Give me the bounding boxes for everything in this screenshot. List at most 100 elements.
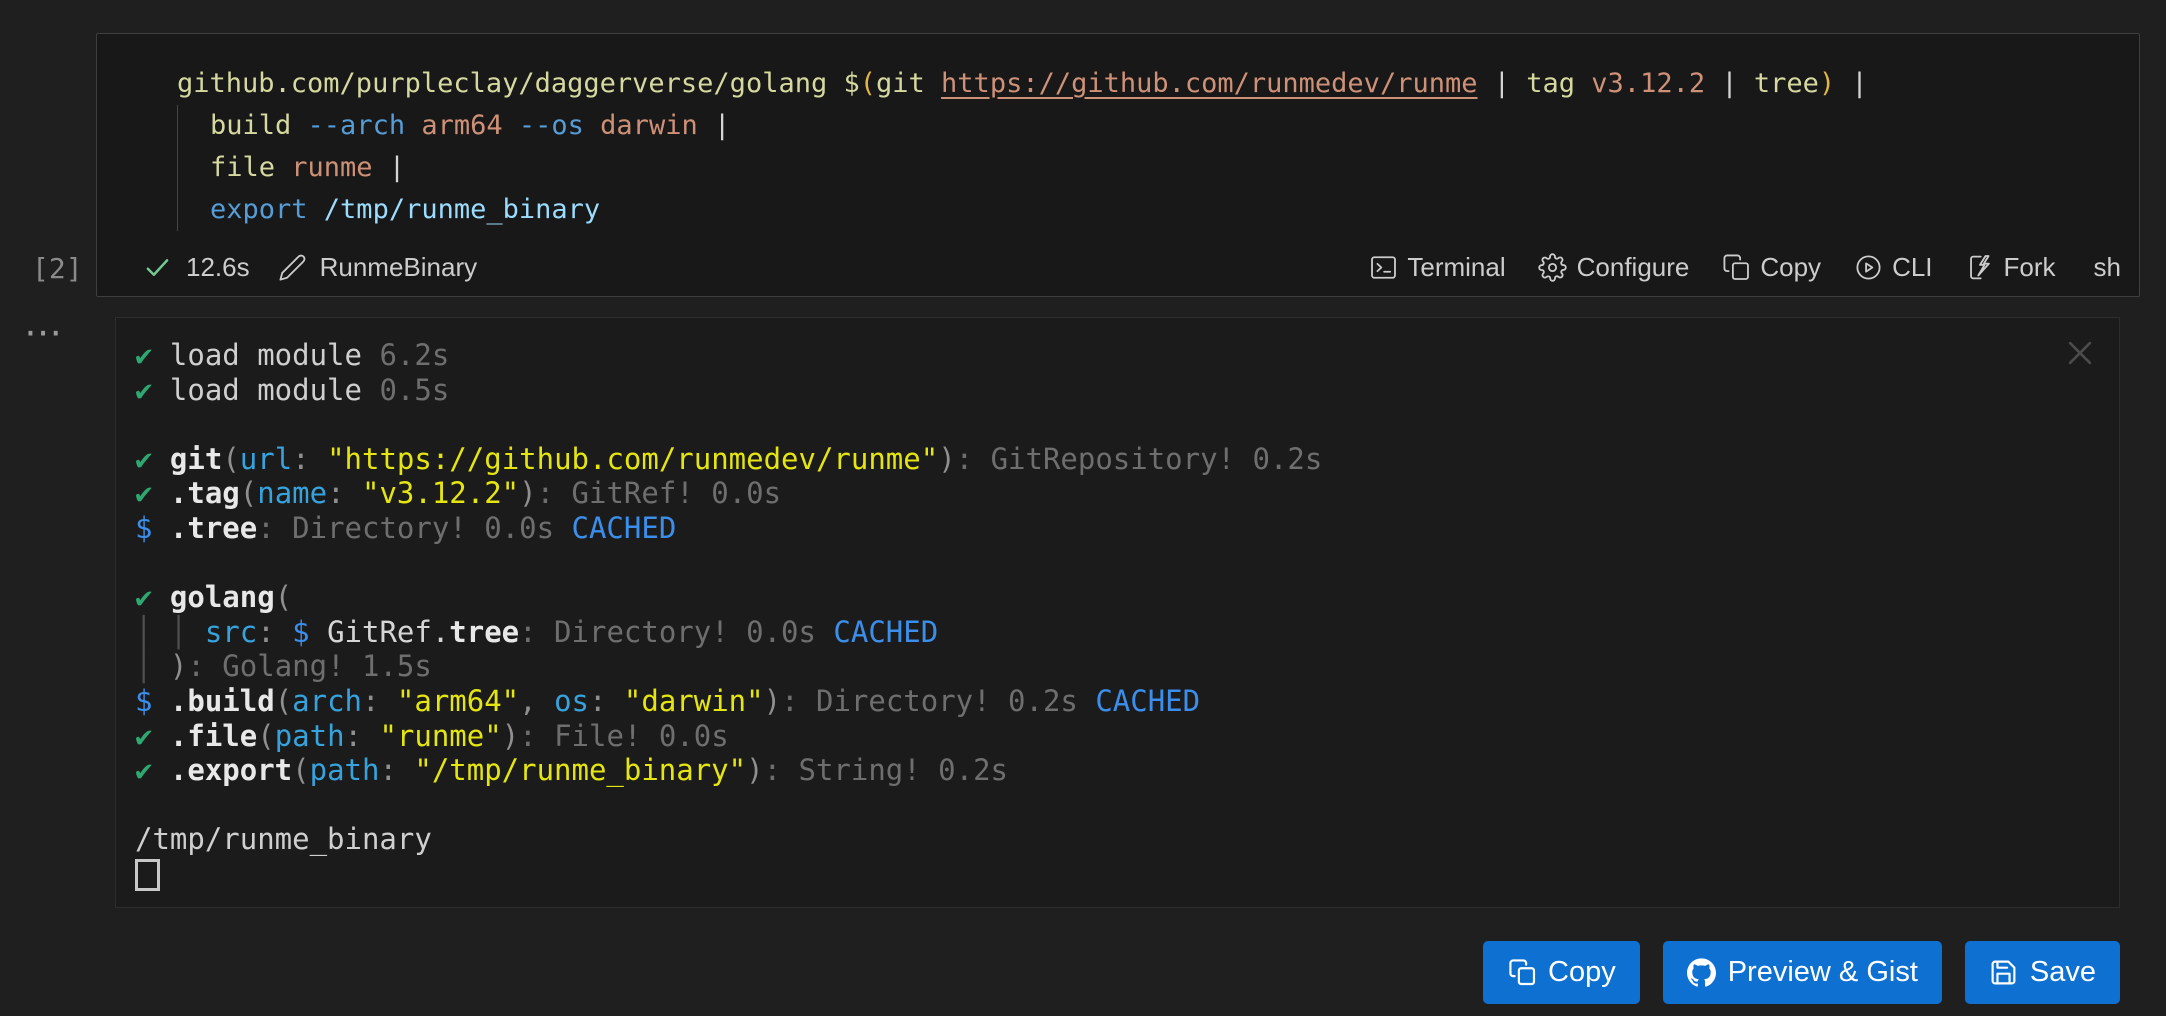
token-guide: │ [135, 649, 170, 683]
copy-button[interactable]: Copy [1721, 252, 1821, 283]
token-punc: : [292, 442, 327, 476]
token-punc: : [257, 615, 292, 649]
token-fn: git [170, 442, 222, 476]
button-label: Preview & Gist [1728, 956, 1918, 989]
token-txt: /tmp/runme_binary [135, 822, 432, 856]
code-continuation-block: build --arch arm64 --os darwin |file run… [177, 105, 2139, 231]
terminal-line: ✔ git(url: "https://github.com/runmedev/… [135, 442, 2049, 477]
token-key: src [205, 615, 257, 649]
button-label: Terminal [1407, 252, 1505, 283]
token-cmd: file [210, 152, 291, 183]
output-collapse-ellipsis[interactable]: ⋯ [24, 310, 62, 354]
token-cached: CACHED [833, 615, 938, 649]
token-cmd: github.com/purpleclay/daggerverse/golang [177, 68, 843, 99]
token-key: os [554, 684, 589, 718]
token-dim: : Golang! 1.5s [187, 649, 431, 683]
fork-icon [1965, 252, 1995, 282]
token-dim: 6.2s [379, 338, 449, 372]
token-dollar: $ [135, 511, 170, 545]
token-punc: , [519, 684, 554, 718]
code-cell: github.com/purpleclay/daggerverse/golang… [96, 33, 2140, 297]
token-flag: --os [519, 110, 600, 141]
token-paren: ( [860, 68, 876, 99]
code-editor[interactable]: github.com/purpleclay/daggerverse/golang… [97, 34, 2139, 231]
button-label: Copy [1548, 956, 1616, 989]
terminal-output: ✔ load module 6.2s✔ load module 0.5s✔ gi… [135, 338, 2049, 901]
token-dollar: $ [292, 615, 327, 649]
save-icon [1989, 958, 2019, 988]
terminal-line [135, 407, 2049, 442]
preview-gist-button[interactable]: Preview & Gist [1663, 941, 1942, 1004]
cli-button[interactable]: CLI [1853, 252, 1932, 283]
terminal-line: ✔ load module 6.2s [135, 338, 2049, 373]
token-txt: load module [170, 338, 380, 372]
token-path: /tmp/runme_binary [324, 194, 600, 225]
close-icon[interactable] [2063, 336, 2097, 370]
terminal-line: ✔ load module 0.5s [135, 373, 2049, 408]
terminal-line [135, 857, 2049, 892]
token-ok: ✔ [135, 338, 170, 372]
token-dim: : GitRepository! 0.2s [956, 442, 1323, 476]
token-fn: .file [170, 719, 257, 753]
token-paren: ) [1819, 68, 1835, 99]
token-str: "arm64" [397, 684, 519, 718]
token-cmd: build [210, 110, 308, 141]
token-cmd: tag [1526, 68, 1591, 99]
copy-icon [1507, 958, 1537, 988]
token-punc: ) [938, 442, 955, 476]
terminal-button[interactable]: Terminal [1368, 252, 1505, 283]
token-cached: CACHED [1095, 684, 1200, 718]
cell-name[interactable]: RunmeBinary [320, 252, 478, 283]
github-icon [1687, 958, 1717, 988]
copy-icon [1721, 252, 1751, 282]
cell-status-bar: 12.6s RunmeBinary TerminalConfigureCopyC… [97, 238, 2139, 296]
button-label: Fork [2004, 252, 2056, 283]
token-plain: GitRef. [327, 615, 449, 649]
terminal-line [135, 788, 2049, 823]
token-dim: : Directory! 0.2s [781, 684, 1095, 718]
terminal-line: ✔ golang( [135, 580, 2049, 615]
token-ok: ✔ [135, 442, 170, 476]
token-punc: : [327, 476, 362, 510]
token-pipe: | [714, 110, 730, 141]
token-fn: .export [170, 753, 292, 787]
token-punc: ) [170, 649, 187, 683]
language-indicator[interactable]: sh [2094, 252, 2121, 283]
configure-button[interactable]: Configure [1538, 252, 1690, 283]
save-button[interactable]: Save [1965, 941, 2120, 1004]
token-punc: ( [275, 684, 292, 718]
code-line: export /tmp/runme_binary [210, 189, 2139, 231]
fork-button[interactable]: Fork [1965, 252, 2056, 283]
terminal-line [135, 546, 2049, 581]
token-ok: ✔ [135, 580, 170, 614]
button-label: Save [2030, 956, 2096, 989]
token-link[interactable]: https://github.com/runmedev/runme [941, 68, 1477, 99]
token-txt: load module [170, 373, 380, 407]
token-punc: ( [222, 442, 239, 476]
token-arg: v3.12.2 [1591, 68, 1705, 99]
button-label: CLI [1892, 252, 1932, 283]
token-ok: ✔ [135, 373, 170, 407]
token-punc: ( [275, 580, 292, 614]
token-key: arch [292, 684, 362, 718]
token-punc: ( [292, 753, 309, 787]
pencil-icon[interactable] [278, 252, 308, 282]
token-ok: ✔ [135, 476, 170, 510]
token-fn: golang [170, 580, 275, 614]
token-str: "v3.12.2" [362, 476, 519, 510]
token-punc: : [589, 684, 624, 718]
token-punc: ) [519, 476, 536, 510]
token-pipe: | [1477, 68, 1526, 99]
token-dim: : GitRef! 0.0s [537, 476, 781, 510]
token-cmd: tree [1754, 68, 1819, 99]
copy-button[interactable]: Copy [1483, 941, 1640, 1004]
terminal-line: $ .build(arch: "arm64", os: "darwin"): D… [135, 684, 2049, 719]
terminal-line: ✔ .file(path: "runme"): File! 0.0s [135, 719, 2049, 754]
token-cmd: git [876, 68, 941, 99]
token-cmd: $ [843, 68, 859, 99]
code-line: github.com/purpleclay/daggerverse/golang… [177, 63, 2139, 105]
token-punc: : [379, 753, 414, 787]
token-fn: .tree [170, 511, 257, 545]
token-key: name [257, 476, 327, 510]
token-dim: : Directory! 0.0s [519, 615, 833, 649]
